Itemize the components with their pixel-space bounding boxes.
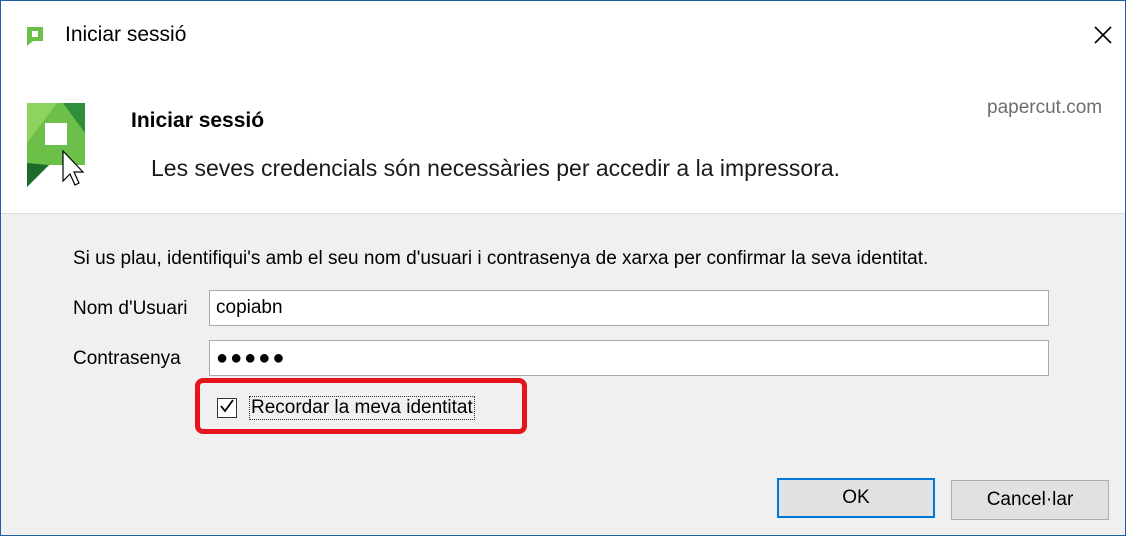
cancel-button[interactable]: Cancel·lar [951,480,1109,520]
papercut-logo-icon [27,103,93,193]
checkmark-icon [219,398,235,419]
brand-text: papercut.com [987,97,1103,118]
password-label: Contrasenya [73,348,181,369]
window-title: Iniciar sessió [65,23,187,46]
papercut-logo-icon [25,25,45,47]
close-button[interactable] [1081,15,1125,59]
close-icon [1093,25,1113,50]
remember-checkbox[interactable] [217,398,237,418]
login-dialog: Iniciar sessió Iniciar sessió Les seves … [0,0,1126,536]
password-input[interactable]: ●●●●● [209,340,1049,376]
dialog-header: Iniciar sessió Les seves credencials són… [1,73,1125,213]
ok-button[interactable]: OK [777,478,935,518]
form-area: Si us plau, identifiqui's amb el seu nom… [1,213,1125,535]
title-bar: Iniciar sessió [1,1,1125,73]
username-input[interactable]: copiabn [209,290,1049,326]
remember-label[interactable]: Recordar la meva identitat [249,396,475,420]
instructions-text: Si us plau, identifiqui's amb el seu nom… [73,248,929,269]
username-label: Nom d'Usuari [73,298,188,319]
header-subtitle: Les seves credencials són necessàries pe… [151,155,841,181]
header-title: Iniciar sessió [131,109,265,132]
